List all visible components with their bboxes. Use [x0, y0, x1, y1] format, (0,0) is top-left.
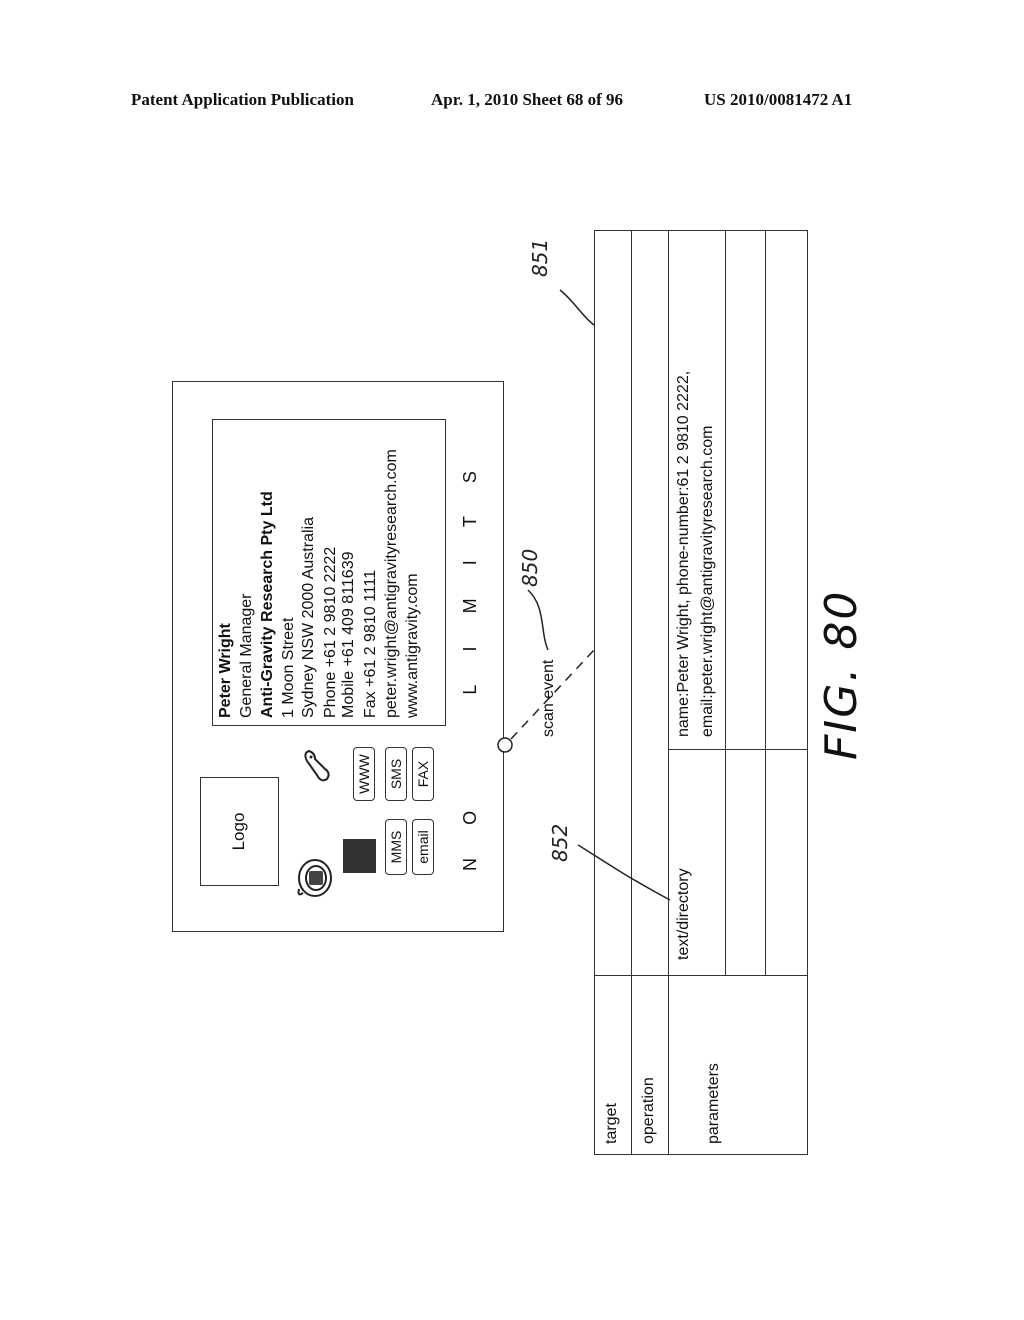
ref-850: 850: [518, 548, 542, 587]
ref-851: 851: [528, 238, 552, 277]
header-date-sheet: Apr. 1, 2010 Sheet 68 of 96: [431, 90, 624, 109]
leader-852: [577, 844, 671, 901]
scan-event-label: scan event: [540, 659, 557, 737]
leader-851: [559, 289, 595, 326]
leader-lines: [497, 289, 671, 901]
leader-850: [527, 589, 549, 651]
header-patent-number: US 2010/0081472 A1: [704, 90, 853, 109]
figure-80: Logo MMS email WWW SMS FAX Peter Wright …: [168, 222, 867, 1162]
header-publication: Patent Application Publication: [131, 90, 354, 109]
ref-852: 852: [548, 823, 572, 862]
figure-label: FIG. 80: [816, 589, 867, 760]
scan-point-marker: [497, 737, 513, 753]
